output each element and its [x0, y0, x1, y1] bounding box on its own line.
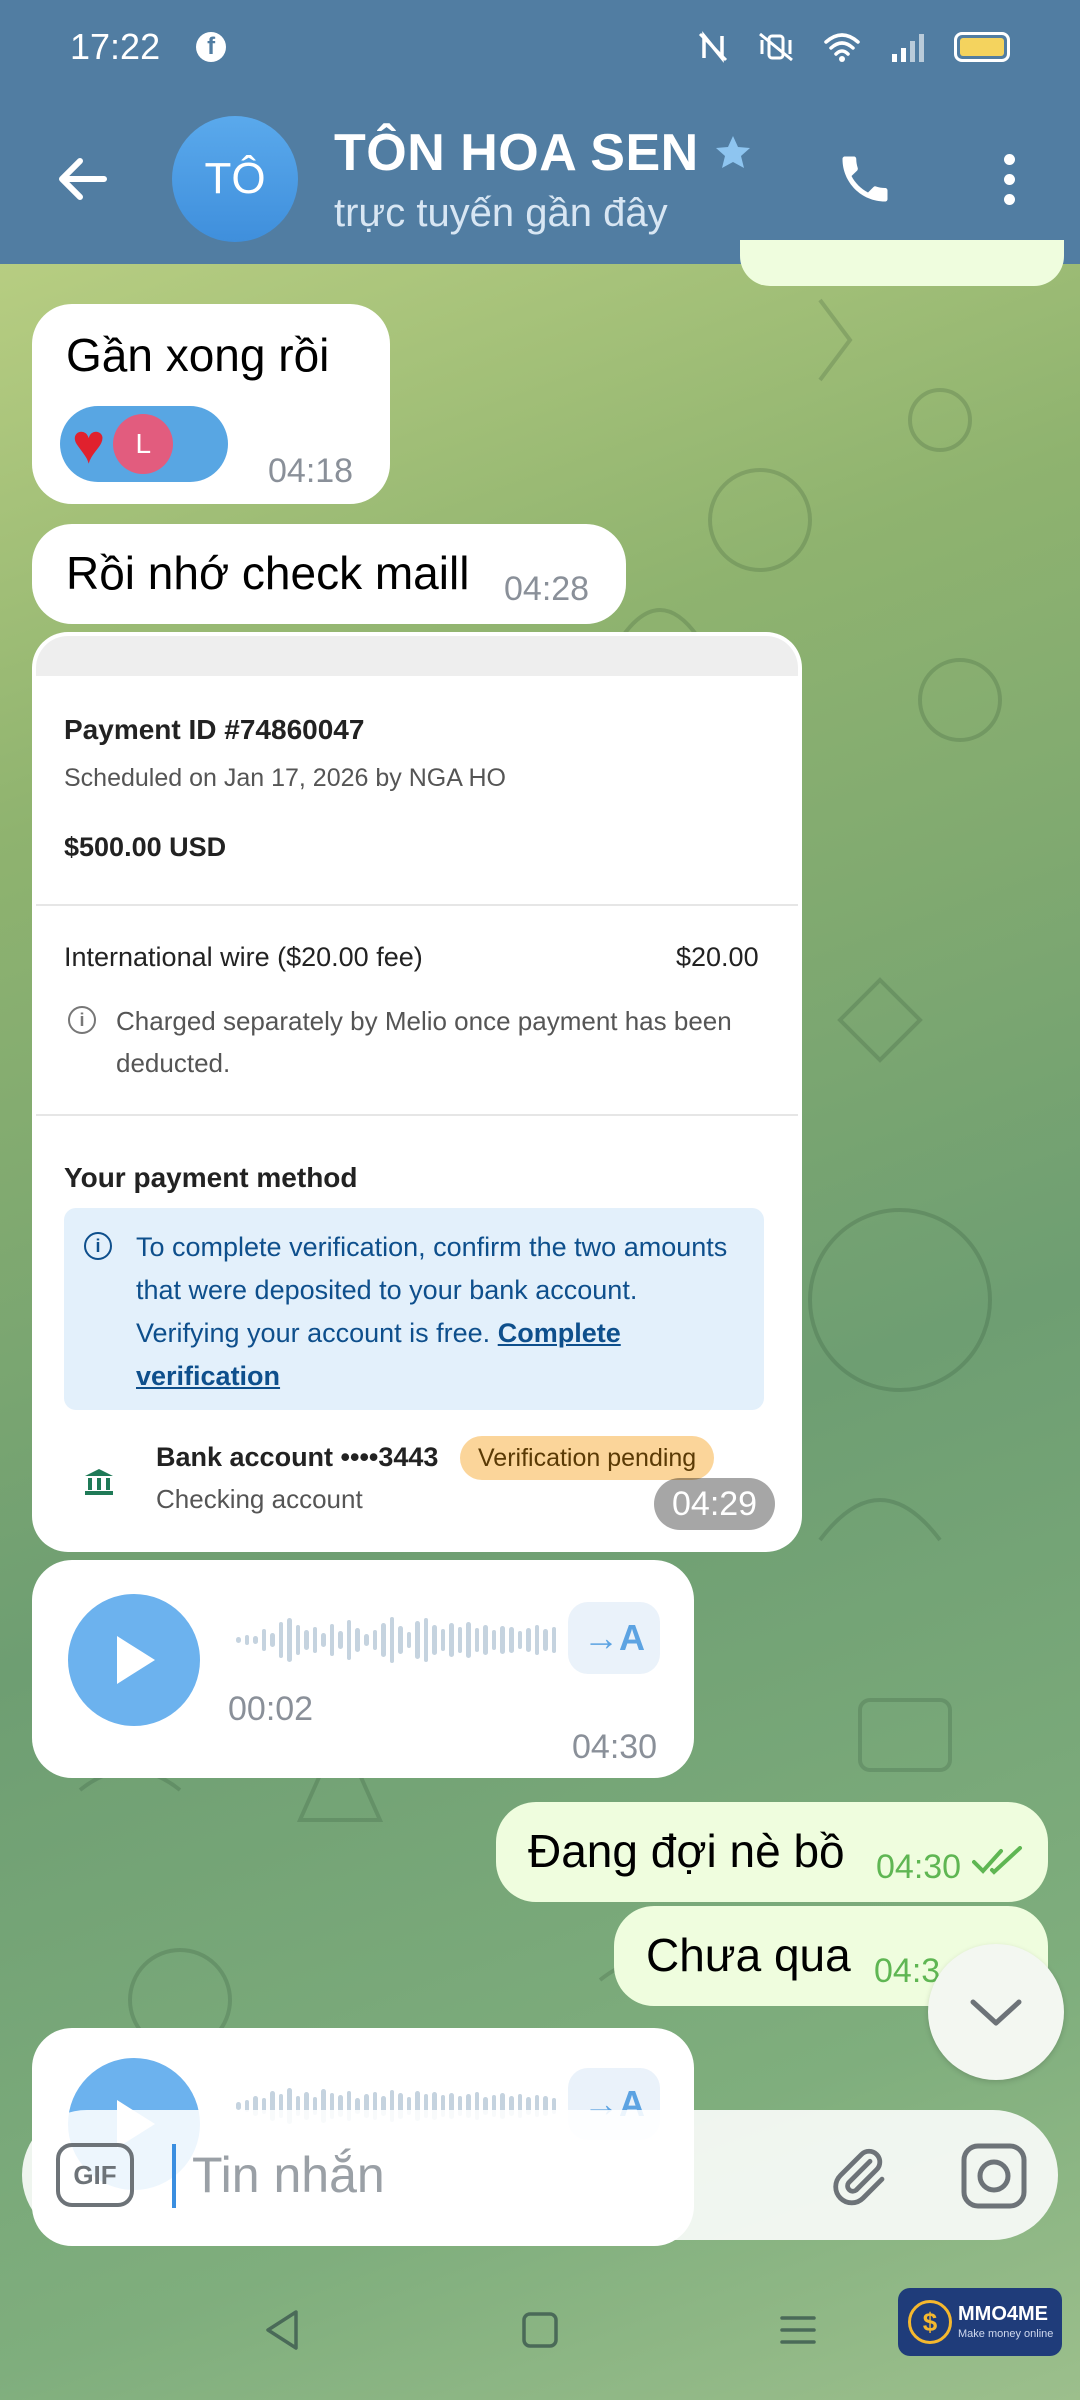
chat-title: TÔN HOA SEN — [334, 123, 699, 182]
nav-menu-button[interactable] — [766, 2298, 830, 2362]
nfc-icon — [698, 31, 728, 63]
vibrate-off-icon — [759, 32, 793, 62]
call-button[interactable] — [830, 144, 900, 214]
avatar-initials: TÔ — [204, 154, 266, 203]
message-time: 04:28 — [504, 570, 590, 608]
message-time: 04:29 — [654, 1478, 776, 1530]
paperclip-icon — [833, 2148, 885, 2206]
heart-reaction-icon: ♥ — [72, 412, 106, 475]
play-button[interactable] — [68, 1594, 200, 1726]
nav-back-button[interactable] — [250, 2298, 314, 2362]
signal-icon — [892, 34, 924, 62]
payment-amount: $500.00 USD — [64, 832, 227, 862]
incoming-message[interactable]: Rồi nhớ check maill 04:28 — [32, 524, 626, 624]
payment-scheduled: Scheduled on Jan 17, 2026 by NGA HO — [64, 764, 506, 792]
message-input[interactable] — [192, 2140, 812, 2210]
bank-account-type: Checking account — [156, 1484, 363, 1514]
phone-icon — [842, 156, 888, 202]
message-time: 04:18 — [268, 452, 354, 490]
fee-label: International wire ($20.00 fee) — [64, 942, 423, 972]
nav-home-button[interactable] — [508, 2298, 572, 2362]
voice-waveform[interactable] — [236, 1610, 557, 1670]
play-icon — [117, 1636, 155, 1684]
fee-value: $20.00 — [676, 942, 759, 972]
voice-message[interactable]: 00:02 →A 04:30 — [32, 1560, 694, 1778]
star-icon — [715, 135, 750, 168]
incoming-message[interactable]: Gần xong rồi ♥ L 04:18 — [32, 304, 390, 504]
image-message[interactable]: Payment ID #74860047 Scheduled on Jan 17… — [32, 632, 802, 1552]
battery-icon — [954, 32, 1010, 62]
message-text: Chưa qua — [646, 1929, 851, 1981]
contact-avatar[interactable]: TÔ — [172, 116, 298, 242]
chat-title-block[interactable]: TÔN HOA SEN trực tuyến gần đây — [334, 123, 753, 236]
transcribe-button[interactable]: →A — [568, 1602, 660, 1674]
chat-status: trực tuyến gần đây — [334, 190, 668, 235]
message-text: Rồi nhớ check maill — [66, 547, 470, 599]
scroll-to-bottom-button[interactable] — [928, 1944, 1064, 2080]
divider — [36, 1114, 798, 1116]
camera-button[interactable] — [958, 2140, 1030, 2212]
message-text: Gần xong rồi — [66, 329, 330, 381]
gif-button[interactable]: GIF — [56, 2143, 134, 2207]
verification-notice: i To complete verification, confirm the … — [64, 1208, 764, 1410]
previous-message-bubble — [740, 240, 1064, 286]
message-time: 04:30 — [572, 1728, 658, 1766]
read-receipt-icon — [972, 1846, 1022, 1875]
more-options-button[interactable] — [984, 144, 1034, 214]
reaction-user-avatar: L — [113, 414, 174, 474]
chat-header: TÔ TÔN HOA SEN trực tuyến gần đây — [0, 94, 1080, 264]
message-text: Đang đợi nè bồ — [528, 1825, 845, 1877]
dollar-coin-icon: $ — [908, 2300, 952, 2344]
status-badge: Verification pending — [460, 1436, 715, 1480]
watermark-logo: $ MMO4ME Make money online — [898, 2288, 1062, 2356]
verification-text: To complete verification, confirm the tw… — [136, 1232, 728, 1348]
info-icon: i — [68, 1006, 96, 1034]
facebook-notification-icon: f — [196, 32, 227, 62]
message-time: 04:30 — [876, 1848, 962, 1886]
message-composer: GIF — [22, 2110, 1058, 2240]
outgoing-message[interactable]: Đang đợi nè bồ 04:30 — [496, 1802, 1048, 1902]
status-icons — [696, 30, 1010, 64]
wifi-icon — [824, 33, 860, 62]
bank-account-name: Bank account ••••3443 — [156, 1442, 439, 1472]
arrow-left-icon — [59, 158, 107, 200]
watermark-subtitle: Make money online — [958, 2328, 1054, 2340]
payment-id: Payment ID #74860047 — [64, 714, 365, 745]
back-button[interactable] — [52, 149, 112, 209]
bank-icon — [85, 1469, 113, 1495]
message-time: 04:3 — [874, 1952, 941, 1990]
message-reaction[interactable]: ♥ L — [60, 406, 228, 482]
payment-screenshot[interactable]: Payment ID #74860047 Scheduled on Jan 17… — [36, 636, 798, 1516]
info-icon: i — [84, 1232, 112, 1260]
camera-icon — [961, 2143, 1027, 2209]
menu-lines-icon — [780, 2316, 816, 2344]
chevron-down-icon — [970, 1999, 1022, 2026]
watermark-title: MMO4ME — [958, 2303, 1048, 2325]
fee-note: Charged separately by Melio once payment… — [116, 1006, 732, 1078]
voice-duration: 00:02 — [228, 1690, 314, 1728]
attach-button[interactable] — [822, 2140, 894, 2212]
divider — [36, 904, 798, 906]
status-time: 17:22 — [70, 26, 161, 67]
text-cursor — [172, 2144, 176, 2208]
payment-method-title: Your payment method — [64, 1162, 358, 1193]
triangle-back-icon — [266, 2310, 298, 2350]
status-bar: 17:22 f — [0, 0, 1080, 94]
square-home-icon — [522, 2312, 558, 2348]
